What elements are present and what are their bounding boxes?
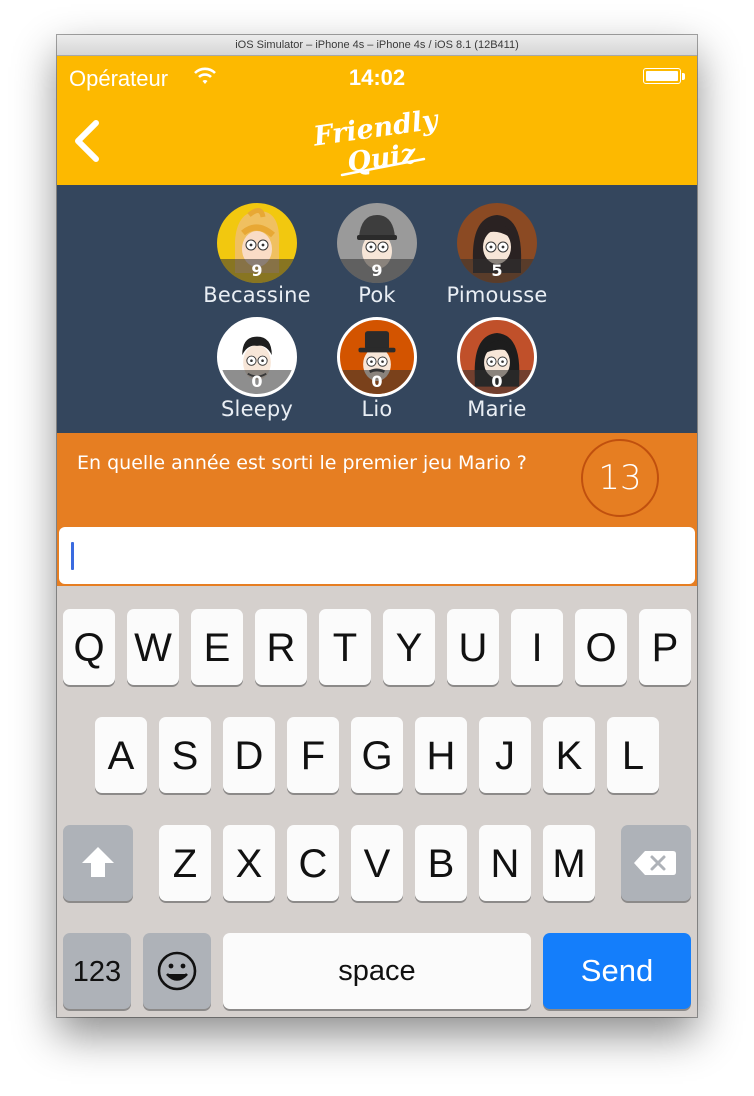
- key-y[interactable]: Y: [383, 609, 435, 685]
- key-x[interactable]: X: [223, 825, 275, 901]
- question-text: En quelle année est sorti le premier jeu…: [77, 452, 527, 474]
- friendly-quiz-logo: Friendly Quiz: [312, 107, 442, 179]
- key-e[interactable]: E: [191, 609, 243, 685]
- key-k[interactable]: K: [543, 717, 595, 793]
- answer-input[interactable]: [59, 527, 695, 584]
- player-name: Marie: [467, 397, 527, 421]
- status-time: 14:02: [348, 65, 406, 90]
- key-u[interactable]: U: [447, 609, 499, 685]
- key-h[interactable]: H: [415, 717, 467, 793]
- delete-key[interactable]: [621, 825, 691, 901]
- avatar: 0: [337, 317, 417, 397]
- player-name: Becassine: [203, 283, 311, 307]
- player-name: Lio: [361, 397, 393, 421]
- app-screen: Opérateur 14:02 Friendly Quiz 9 Becassin…: [57, 56, 697, 1017]
- player-score: 0: [220, 370, 294, 394]
- key-v[interactable]: V: [351, 825, 403, 901]
- key-a[interactable]: A: [95, 717, 147, 793]
- player-score: 9: [337, 259, 417, 283]
- key-i[interactable]: I: [511, 609, 563, 685]
- player-score: 0: [460, 370, 534, 394]
- key-m[interactable]: M: [543, 825, 595, 901]
- key-f[interactable]: F: [287, 717, 339, 793]
- window-title: iOS Simulator – iPhone 4s – iPhone 4s / …: [57, 35, 697, 56]
- avatar: 0: [217, 317, 297, 397]
- player-name: Pok: [358, 283, 396, 307]
- avatar: 0: [457, 317, 537, 397]
- key-r[interactable]: R: [255, 609, 307, 685]
- battery-icon: [643, 68, 685, 86]
- player-score: 0: [340, 370, 414, 394]
- player-sleepy[interactable]: 0 Sleepy: [197, 317, 317, 427]
- key-g[interactable]: G: [351, 717, 403, 793]
- player-name: Pimousse: [446, 283, 548, 307]
- space-key[interactable]: space: [223, 933, 531, 1009]
- player-lio[interactable]: 0 Lio: [317, 317, 437, 427]
- key-j[interactable]: J: [479, 717, 531, 793]
- emoji-smiley-icon: [157, 951, 197, 991]
- player-marie[interactable]: 0 Marie: [437, 317, 557, 427]
- key-z[interactable]: Z: [159, 825, 211, 901]
- player-score: 9: [217, 259, 297, 283]
- key-q[interactable]: Q: [63, 609, 115, 685]
- status-bar: Opérateur 14:02: [57, 56, 697, 100]
- avatar: 5: [457, 203, 537, 283]
- text-caret: [71, 542, 74, 570]
- key-n[interactable]: N: [479, 825, 531, 901]
- backspace-icon: [634, 851, 676, 875]
- simulator-window: iOS Simulator – iPhone 4s – iPhone 4s / …: [57, 35, 697, 1017]
- player-becassine[interactable]: 9 Becassine: [197, 203, 317, 313]
- avatar: 9: [217, 203, 297, 283]
- key-s[interactable]: S: [159, 717, 211, 793]
- send-key[interactable]: Send: [543, 933, 691, 1009]
- nav-header: Opérateur 14:02 Friendly Quiz: [57, 56, 697, 185]
- numbers-key[interactable]: 123: [63, 933, 131, 1009]
- countdown-timer: 13: [581, 439, 659, 517]
- key-d[interactable]: D: [223, 717, 275, 793]
- key-o[interactable]: O: [575, 609, 627, 685]
- key-w[interactable]: W: [127, 609, 179, 685]
- question-panel: En quelle année est sorti le premier jeu…: [57, 433, 697, 526]
- back-chevron-icon[interactable]: [69, 118, 105, 164]
- player-pimousse[interactable]: 5 Pimousse: [437, 203, 557, 313]
- key-l[interactable]: L: [607, 717, 659, 793]
- shift-key[interactable]: [63, 825, 133, 901]
- emoji-key[interactable]: [143, 933, 211, 1009]
- shift-arrow-icon: [82, 847, 114, 877]
- player-name: Sleepy: [221, 397, 293, 421]
- player-pok[interactable]: 9 Pok: [317, 203, 437, 313]
- players-panel: 9 Becassine 9 Pok 5 Pimousse 0 Sleepy 0 …: [57, 185, 697, 433]
- avatar: 9: [337, 203, 417, 283]
- key-p[interactable]: P: [639, 609, 691, 685]
- player-score: 5: [457, 259, 537, 283]
- keyboard: Q W E R T Y U I O P A S D F G H J K L Z …: [57, 586, 697, 1017]
- key-t[interactable]: T: [319, 609, 371, 685]
- answer-bar: [57, 526, 697, 586]
- key-c[interactable]: C: [287, 825, 339, 901]
- key-b[interactable]: B: [415, 825, 467, 901]
